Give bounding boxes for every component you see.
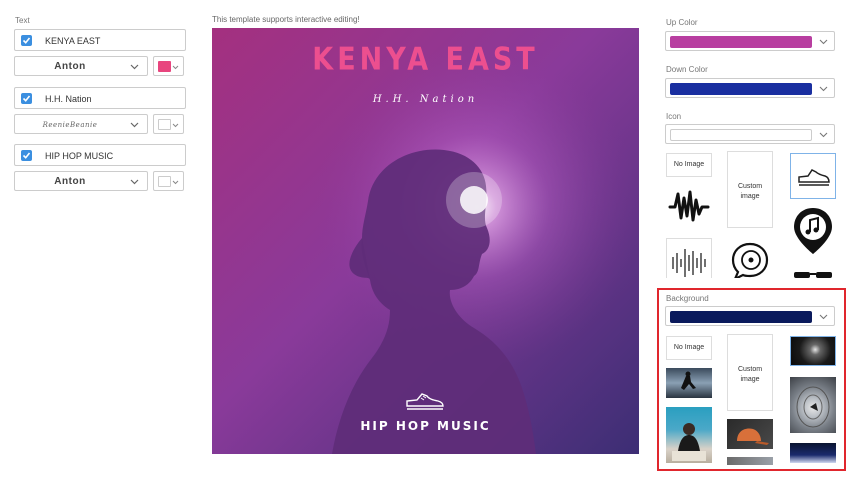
audio-bars-icon [672,249,706,277]
music-pin-icon [794,208,832,254]
font-name-row-2: ReenieBeanie [42,121,98,129]
color-picker-row-3[interactable] [153,171,184,191]
chevron-down-icon [130,122,139,128]
background-thumb-dark-glow[interactable] [790,336,836,366]
icon-grid: No Image Custom image [665,150,837,278]
icon-sneaker-tile[interactable] [790,153,836,199]
background-thumb-stage[interactable] [790,443,836,463]
chevron-down-icon [819,132,828,138]
font-select-row-3[interactable]: Anton [14,171,148,191]
background-thumb-dancer[interactable] [666,368,712,398]
icon-label: Icon [666,112,682,121]
icon-select[interactable] [665,124,835,144]
font-name-row-3: Anton [54,176,86,187]
down-color-bar [670,83,812,95]
color-swatch-row-2 [158,119,171,130]
editing-notice: This template supports interactive editi… [212,15,360,24]
sound-wave-icon [668,190,710,222]
down-color-select[interactable] [665,78,835,98]
background-color-select[interactable] [665,306,835,326]
color-swatch-row-1 [158,61,171,72]
icon-music-pin-tile[interactable] [790,206,836,256]
text-value-row-2: H.H. Nation [45,94,92,104]
no-image-label: No Image [673,161,705,168]
checkbox-row-3[interactable] [21,150,32,161]
text-section-label: Text [15,16,30,25]
up-color-label: Up Color [666,18,698,27]
text-value-row-1: KENYA EAST [45,36,101,46]
down-color-label: Down Color [666,65,708,74]
up-color-bar [670,36,812,48]
icon-glasses-tile[interactable] [790,263,836,278]
background-thumb-rapper[interactable] [666,407,712,463]
background-custom-image-tile[interactable]: Custom image [727,334,773,411]
background-thumb-cap[interactable] [727,419,773,449]
background-label: Background [666,294,709,303]
chevron-down-icon [172,65,179,70]
chevron-down-icon [130,179,139,185]
font-select-row-2[interactable]: ReenieBeanie [14,114,148,134]
background-color-bar [670,311,812,323]
tunnel-image [796,386,830,428]
chevron-down-icon [819,314,828,320]
font-name-row-1: Anton [54,61,86,72]
chevron-down-icon [130,64,139,70]
cap-image [737,428,769,445]
chevron-down-icon [819,39,828,45]
text-value-row-3: HIP HOP MUSIC [45,151,114,161]
background-no-image-tile[interactable]: No Image [666,336,712,360]
color-picker-row-1[interactable] [153,56,184,76]
custom-image-label: Custom image [737,366,763,383]
check-icon [22,152,31,159]
background-thumb-tunnel[interactable] [790,377,836,433]
vinyl-chat-icon [731,242,769,278]
chevron-down-icon [172,123,179,128]
poster-footer[interactable]: HIP HOP MUSIC [212,419,639,433]
dancer-image [681,371,696,390]
custom-image-label: Custom image [737,183,763,200]
icon-bars-tile[interactable] [666,238,712,278]
text-field-row-1[interactable]: KENYA EAST [14,29,186,51]
sneaker-icon [406,393,444,410]
check-icon [22,95,31,102]
glasses-icon [794,272,832,278]
check-icon [22,37,31,44]
poster-title[interactable]: KENYA EAST [212,42,639,78]
chevron-down-icon [819,86,828,92]
up-color-select[interactable] [665,31,835,51]
checkbox-row-1[interactable] [21,35,32,46]
chevron-down-icon [172,180,179,185]
background-grid: No Image Custom image [665,333,837,465]
text-field-row-2[interactable]: H.H. Nation [14,87,186,109]
color-picker-row-2[interactable] [153,114,184,134]
rapper-image [672,423,706,461]
no-image-label: No Image [673,344,705,351]
icon-custom-image-tile[interactable]: Custom image [727,151,773,228]
text-field-row-3[interactable]: HIP HOP MUSIC [14,144,186,166]
icon-record-tile[interactable] [727,238,773,278]
background-thumb-partial[interactable] [727,457,773,465]
poster-subtitle[interactable]: H.H. Nation [212,94,639,105]
icon-select-field [670,129,812,141]
color-swatch-row-3 [158,176,171,187]
font-select-row-1[interactable]: Anton [14,56,148,76]
icon-no-image-tile[interactable]: No Image [666,153,712,177]
checkbox-row-2[interactable] [21,93,32,104]
icon-waveform-tile[interactable] [666,184,712,230]
poster-canvas[interactable]: KENYA EAST H.H. Nation HIP HOP MUSIC [212,28,639,454]
sneaker-icon [798,169,830,186]
